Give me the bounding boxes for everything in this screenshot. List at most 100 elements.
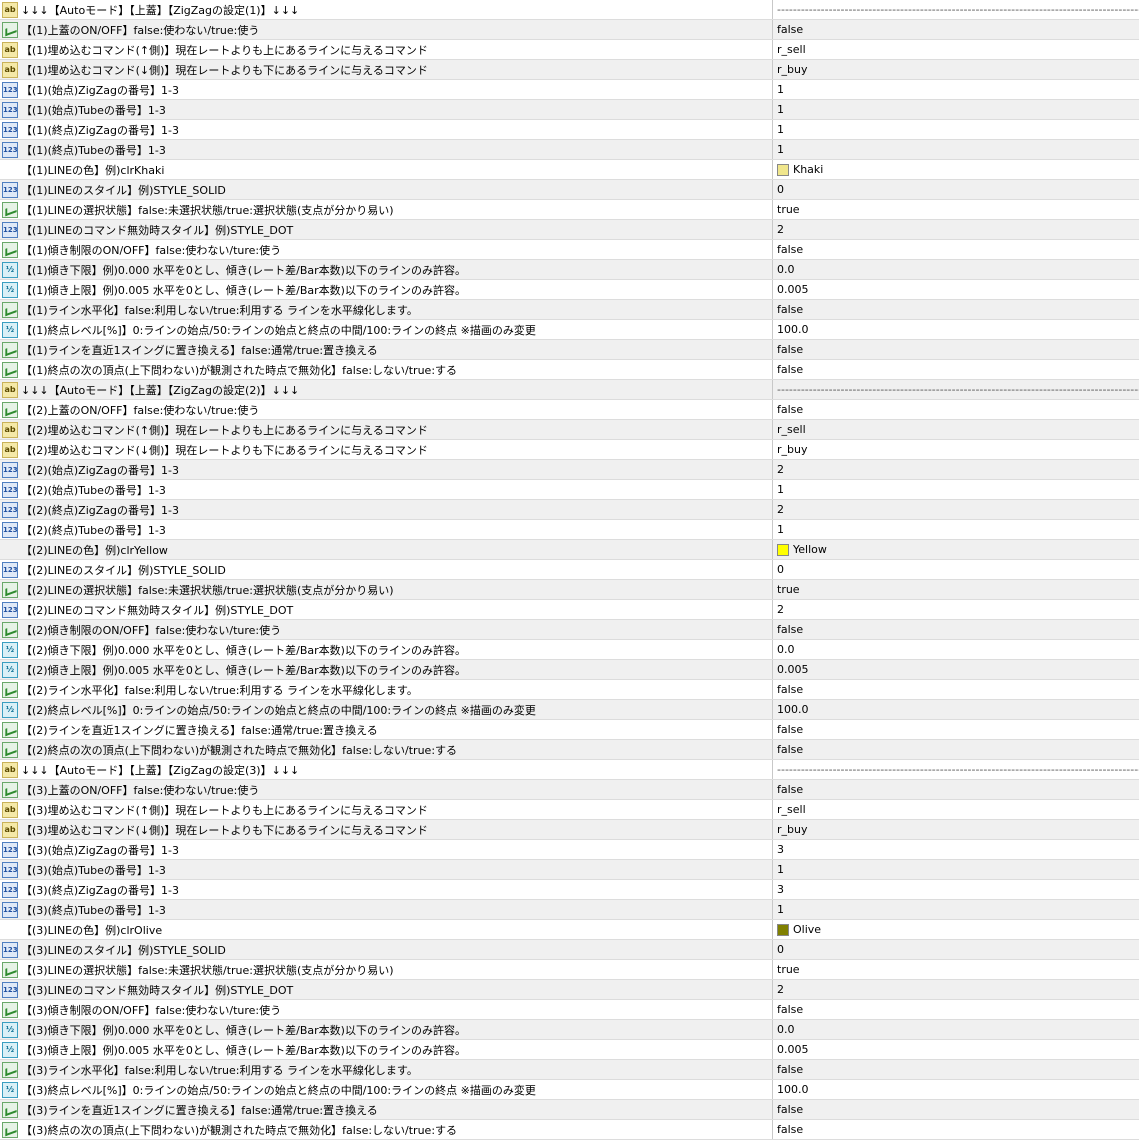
- parameter-row[interactable]: 【(2)終点の次の頂点(上下問わない)が観測された時点で無効化】false:しな…: [0, 740, 1139, 760]
- parameter-value-cell[interactable]: false: [773, 1120, 1139, 1139]
- parameter-value-text[interactable]: true: [777, 203, 800, 216]
- parameter-row[interactable]: 123 【(3)(始点)ZigZagの番号】1-3 3: [0, 840, 1139, 860]
- parameter-row[interactable]: 123 【(3)LINEのコマンド無効時スタイル】例)STYLE_DOT 2: [0, 980, 1139, 1000]
- parameter-value-text[interactable]: ----------------------------------------…: [777, 383, 1139, 396]
- parameter-row[interactable]: 123 【(2)LINEのスタイル】例)STYLE_SOLID 0: [0, 560, 1139, 580]
- parameter-value-cell[interactable]: 1: [773, 120, 1139, 139]
- parameter-value-cell[interactable]: true: [773, 580, 1139, 599]
- parameter-value-text[interactable]: r_buy: [777, 823, 808, 836]
- parameter-value-text[interactable]: false: [777, 243, 803, 256]
- parameter-row[interactable]: ab 【(2)埋め込むコマンド(↑側)】現在レートよりも上にあるラインに与えるコマ…: [0, 420, 1139, 440]
- parameter-value-text[interactable]: 3: [777, 843, 784, 856]
- parameter-value-cell[interactable]: 0: [773, 180, 1139, 199]
- parameter-row[interactable]: 123 【(1)(終点)Tubeの番号】1-3 1: [0, 140, 1139, 160]
- parameter-value-cell[interactable]: 0.005: [773, 660, 1139, 679]
- parameter-value-cell[interactable]: 100.0: [773, 700, 1139, 719]
- parameter-row[interactable]: 【(3)LINEの選択状態】false:未選択状態/true:選択状態(支点が分…: [0, 960, 1139, 980]
- parameter-value-text[interactable]: ----------------------------------------…: [777, 763, 1139, 776]
- parameter-value-cell[interactable]: false: [773, 1060, 1139, 1079]
- parameter-value-cell[interactable]: 2: [773, 220, 1139, 239]
- parameter-row[interactable]: 123 【(2)(終点)Tubeの番号】1-3 1: [0, 520, 1139, 540]
- parameter-value-cell[interactable]: 1: [773, 480, 1139, 499]
- parameter-row[interactable]: ½ 【(1)終点レベル[%]】0:ラインの始点/50:ラインの始点と終点の中間/1…: [0, 320, 1139, 340]
- parameter-row[interactable]: 【(1)終点の次の頂点(上下問わない)が観測された時点で無効化】false:しな…: [0, 360, 1139, 380]
- parameter-value-cell[interactable]: ----------------------------------------…: [773, 760, 1139, 779]
- parameter-row[interactable]: 123 【(1)(始点)ZigZagの番号】1-3 1: [0, 80, 1139, 100]
- parameter-value-cell[interactable]: false: [773, 340, 1139, 359]
- parameter-value-cell[interactable]: 0.005: [773, 280, 1139, 299]
- parameter-value-text[interactable]: Yellow: [793, 543, 827, 556]
- parameter-value-cell[interactable]: ----------------------------------------…: [773, 380, 1139, 399]
- parameter-row[interactable]: ½ 【(1)傾き上限】例)0.005 水平を0とし、傾き(レート差/Bar本数)以…: [0, 280, 1139, 300]
- parameter-row[interactable]: ½ 【(2)傾き上限】例)0.005 水平を0とし、傾き(レート差/Bar本数)以…: [0, 660, 1139, 680]
- parameter-row[interactable]: 【(2)ラインを直近1スイングに置き換える】false:通常/true:置き換え…: [0, 720, 1139, 740]
- parameter-value-text[interactable]: true: [777, 583, 800, 596]
- parameter-value-cell[interactable]: 2: [773, 980, 1139, 999]
- parameter-value-cell[interactable]: false: [773, 620, 1139, 639]
- parameter-value-text[interactable]: 1: [777, 483, 784, 496]
- parameter-value-text[interactable]: 0: [777, 563, 784, 576]
- parameter-row[interactable]: ½ 【(3)傾き下限】例)0.000 水平を0とし、傾き(レート差/Bar本数)以…: [0, 1020, 1139, 1040]
- parameter-value-cell[interactable]: 1: [773, 860, 1139, 879]
- parameter-row[interactable]: 【(1)傾き制限のON/OFF】false:使わない/ture:使う false: [0, 240, 1139, 260]
- parameter-row[interactable]: 【(3)終点の次の頂点(上下問わない)が観測された時点で無効化】false:しな…: [0, 1120, 1139, 1140]
- parameter-value-text[interactable]: 100.0: [777, 323, 809, 336]
- parameter-value-text[interactable]: 1: [777, 143, 784, 156]
- parameter-row[interactable]: ab 【(3)埋め込むコマンド(↓側)】現在レートよりも下にあるラインに与えるコマ…: [0, 820, 1139, 840]
- parameter-value-cell[interactable]: 2: [773, 460, 1139, 479]
- parameter-value-text[interactable]: r_buy: [777, 443, 808, 456]
- parameter-value-text[interactable]: r_buy: [777, 63, 808, 76]
- parameter-value-text[interactable]: false: [777, 743, 803, 756]
- parameter-row[interactable]: 【(2)LINEの色】例)clrYellow Yellow: [0, 540, 1139, 560]
- parameter-value-cell[interactable]: 100.0: [773, 1080, 1139, 1099]
- parameter-value-text[interactable]: 2: [777, 223, 784, 236]
- parameter-row[interactable]: 123 【(1)LINEのコマンド無効時スタイル】例)STYLE_DOT 2: [0, 220, 1139, 240]
- parameter-value-text[interactable]: 0: [777, 943, 784, 956]
- parameter-value-text[interactable]: r_sell: [777, 43, 806, 56]
- parameter-value-text[interactable]: 3: [777, 883, 784, 896]
- parameter-row[interactable]: ab 【(2)埋め込むコマンド(↓側)】現在レートよりも下にあるラインに与えるコマ…: [0, 440, 1139, 460]
- parameter-value-cell[interactable]: false: [773, 300, 1139, 319]
- parameter-value-cell[interactable]: r_sell: [773, 40, 1139, 59]
- parameter-value-cell[interactable]: 0.0: [773, 1020, 1139, 1039]
- color-swatch[interactable]: [777, 163, 789, 176]
- parameter-value-text[interactable]: 0: [777, 183, 784, 196]
- parameter-value-cell[interactable]: 3: [773, 840, 1139, 859]
- section-header-row[interactable]: ab ↓↓↓【Autoモード】【上蓋】【ZigZagの設定(2)】↓↓↓ -----…: [0, 380, 1139, 400]
- parameter-row[interactable]: ab 【(3)埋め込むコマンド(↑側)】現在レートよりも上にあるラインに与えるコマ…: [0, 800, 1139, 820]
- section-header-row[interactable]: ab ↓↓↓【Autoモード】【上蓋】【ZigZagの設定(1)】↓↓↓ -----…: [0, 0, 1139, 20]
- parameter-value-text[interactable]: false: [777, 623, 803, 636]
- parameter-value-text[interactable]: 100.0: [777, 1083, 809, 1096]
- parameter-row[interactable]: 123 【(3)(終点)ZigZagの番号】1-3 3: [0, 880, 1139, 900]
- parameter-row[interactable]: ½ 【(3)終点レベル[%]】0:ラインの始点/50:ラインの始点と終点の中間/1…: [0, 1080, 1139, 1100]
- parameter-row[interactable]: 【(3)ラインを直近1スイングに置き換える】false:通常/true:置き換え…: [0, 1100, 1139, 1120]
- parameter-value-cell[interactable]: 1: [773, 900, 1139, 919]
- parameter-value-text[interactable]: true: [777, 963, 800, 976]
- parameter-value-text[interactable]: false: [777, 783, 803, 796]
- parameter-value-text[interactable]: 1: [777, 523, 784, 536]
- parameter-value-text[interactable]: 1: [777, 103, 784, 116]
- parameter-value-text[interactable]: false: [777, 363, 803, 376]
- parameter-row[interactable]: ½ 【(1)傾き下限】例)0.000 水平を0とし、傾き(レート差/Bar本数)以…: [0, 260, 1139, 280]
- parameter-value-cell[interactable]: ----------------------------------------…: [773, 0, 1139, 19]
- parameter-value-cell[interactable]: false: [773, 360, 1139, 379]
- parameter-value-cell[interactable]: false: [773, 1000, 1139, 1019]
- parameter-value-cell[interactable]: r_sell: [773, 420, 1139, 439]
- parameter-row[interactable]: 123 【(2)(始点)Tubeの番号】1-3 1: [0, 480, 1139, 500]
- parameter-value-cell[interactable]: 1: [773, 80, 1139, 99]
- parameter-row[interactable]: 123 【(3)(始点)Tubeの番号】1-3 1: [0, 860, 1139, 880]
- parameter-value-cell[interactable]: true: [773, 960, 1139, 979]
- parameter-value-text[interactable]: 2: [777, 603, 784, 616]
- parameter-row[interactable]: 【(1)LINEの選択状態】false:未選択状態/true:選択状態(支点が分…: [0, 200, 1139, 220]
- parameter-row[interactable]: ½ 【(2)傾き下限】例)0.000 水平を0とし、傾き(レート差/Bar本数)以…: [0, 640, 1139, 660]
- parameter-row[interactable]: ab 【(1)埋め込むコマンド(↓側)】現在レートよりも下にあるラインに与えるコマ…: [0, 60, 1139, 80]
- parameter-row[interactable]: 123 【(1)(終点)ZigZagの番号】1-3 1: [0, 120, 1139, 140]
- parameter-value-text[interactable]: 1: [777, 903, 784, 916]
- parameter-row[interactable]: ab 【(1)埋め込むコマンド(↑側)】現在レートよりも上にあるラインに与えるコマ…: [0, 40, 1139, 60]
- parameter-value-text[interactable]: false: [777, 683, 803, 696]
- parameter-row[interactable]: 【(1)上蓋のON/OFF】false:使わない/true:使う false: [0, 20, 1139, 40]
- parameter-row[interactable]: 123 【(1)(始点)Tubeの番号】1-3 1: [0, 100, 1139, 120]
- parameter-value-cell[interactable]: 0: [773, 940, 1139, 959]
- parameter-value-text[interactable]: ----------------------------------------…: [777, 3, 1139, 16]
- parameter-value-text[interactable]: Olive: [793, 923, 821, 936]
